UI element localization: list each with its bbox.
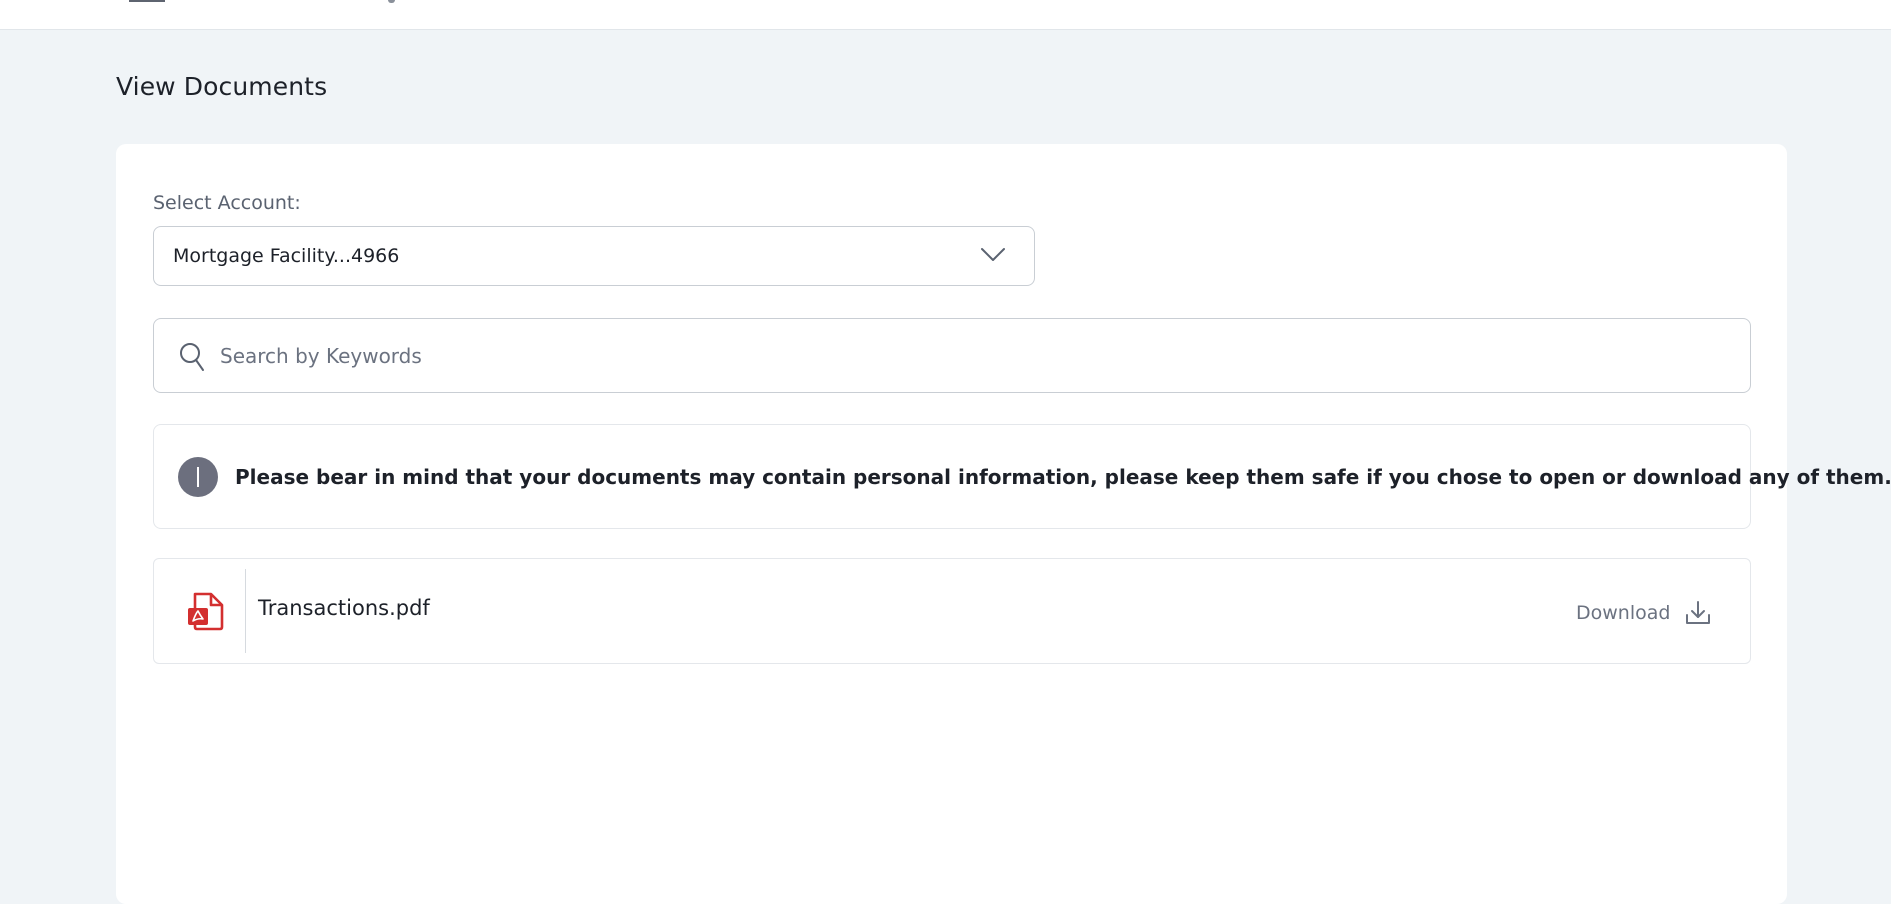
privacy-notice: Please bear in mind that your documents … [153, 424, 1891, 529]
menu-icon[interactable] [129, 0, 165, 2]
download-label: Download [1576, 602, 1671, 624]
search-icon [180, 343, 204, 371]
account-select-value: Mortgage Facility...4966 [173, 245, 400, 267]
privacy-notice-text: Please bear in mind that your documents … [235, 465, 1891, 489]
documents-card: Select Account: Mortgage Facility...4966… [116, 144, 1891, 904]
document-row: Transactions.pdf Download [153, 558, 1751, 664]
download-button[interactable]: Download [1576, 598, 1712, 628]
pdf-file-icon [188, 592, 224, 631]
account-select[interactable]: Mortgage Facility...4966 [153, 226, 1035, 286]
header-glyph [388, 0, 395, 3]
search-input[interactable] [220, 337, 1720, 375]
page-title: View Documents [116, 72, 328, 101]
chevron-down-icon [981, 248, 1005, 261]
top-navigation-bar [0, 0, 1891, 30]
info-icon [178, 457, 218, 497]
download-icon [1686, 601, 1711, 624]
document-name[interactable]: Transactions.pdf [258, 594, 430, 622]
search-field[interactable] [153, 318, 1751, 393]
row-divider [245, 569, 246, 653]
select-account-label: Select Account: [153, 192, 301, 214]
